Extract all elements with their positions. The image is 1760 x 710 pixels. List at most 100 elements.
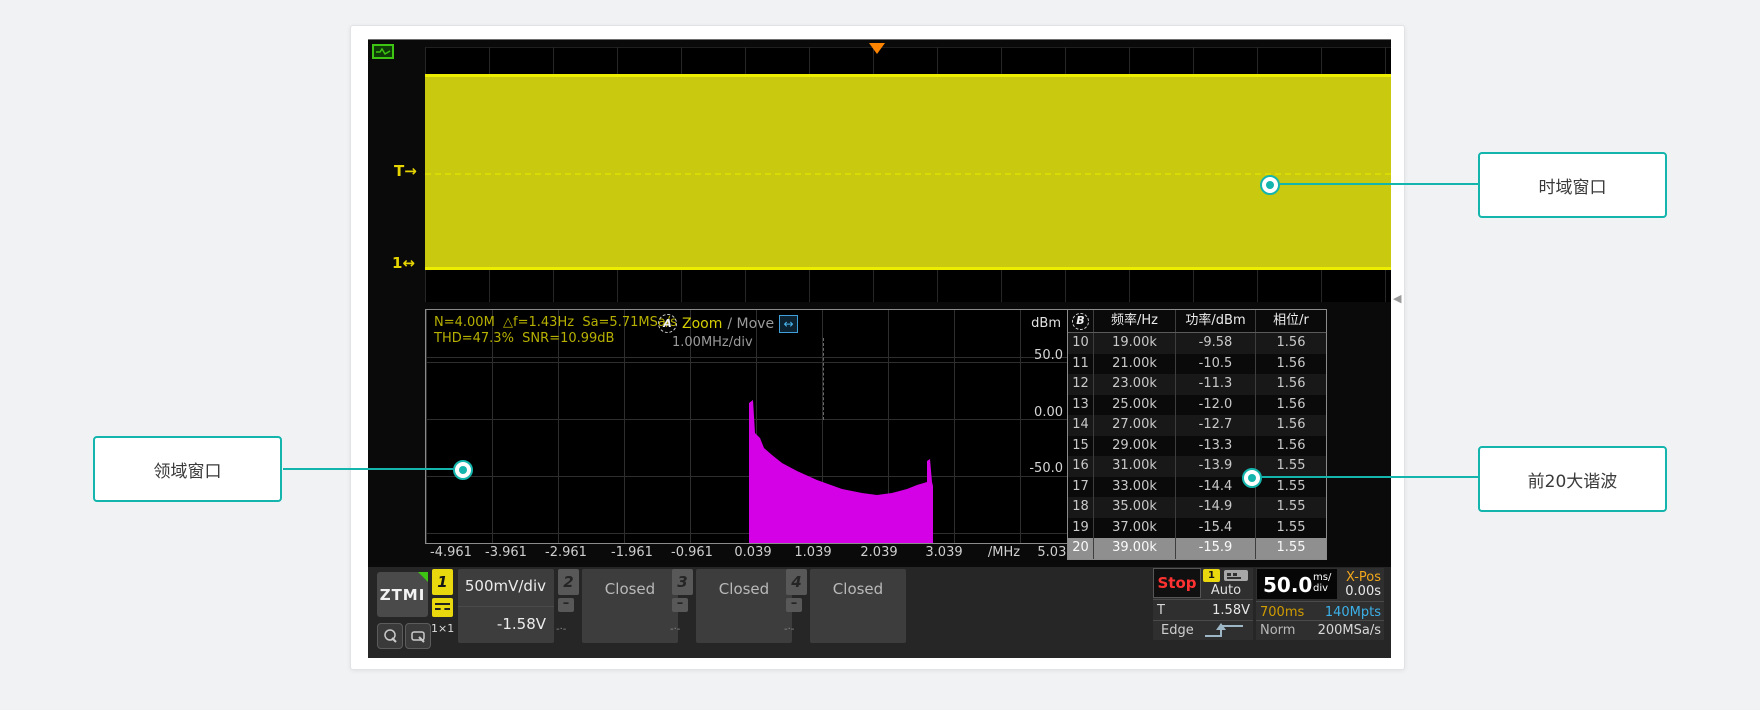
xpos-label: X-Pos	[1346, 570, 1381, 585]
callout-line-left	[283, 468, 453, 470]
frequency-domain-window: N=4.00M △f=1.43Hz Sa=5.71MSa/s THD=47.3%…	[425, 309, 1069, 544]
touch-icon	[382, 628, 398, 644]
fft-xtick: 2.039	[860, 545, 897, 560]
trigger-position-marker[interactable]	[869, 43, 885, 54]
callout-harmonics-label: 前20大谐波	[1528, 467, 1618, 492]
screenshot-card: T→ 1↔ N=4.00M △f=1.43Hz Sa=5.71MSa/s THD…	[350, 25, 1405, 670]
channel2-info-box[interactable]: Closed	[582, 569, 678, 643]
drag-gesture-button[interactable]	[405, 623, 431, 649]
run-state-label: Stop	[1157, 574, 1196, 592]
fft-xunit: /MHz	[988, 545, 1020, 560]
corner-flag-icon	[418, 572, 428, 582]
trigger-t-label: T	[1157, 603, 1165, 618]
callout-time-label: 时域窗口	[1539, 173, 1607, 198]
channel3-info-box[interactable]: Closed	[696, 569, 792, 643]
oscilloscope-screen: T→ 1↔ N=4.00M △f=1.43Hz Sa=5.71MSa/s THD…	[368, 39, 1391, 658]
harmonic-row: 1427.00k-12.71.56	[1068, 415, 1326, 436]
callout-marker-time	[1260, 175, 1280, 195]
channel1-coupling-icon[interactable]	[432, 598, 453, 617]
callout-line-top-right	[1280, 183, 1478, 185]
callout-marker-frequency	[453, 460, 473, 480]
sample-rate-value: 200MSa/s	[1318, 623, 1381, 638]
channel4-info-box[interactable]: Closed	[810, 569, 906, 643]
page: T→ 1↔ N=4.00M △f=1.43Hz Sa=5.71MSa/s THD…	[0, 0, 1760, 710]
bottom-toolbar: ZTMI 1 1×1 500mV/div	[368, 567, 1391, 658]
rising-edge-icon	[1203, 622, 1245, 643]
source-b-icon: B	[1072, 313, 1089, 330]
channel3-probe-ratio: -·-	[670, 624, 680, 635]
harmonics-table[interactable]: B 频率/Hz 功率/dBm 相位/r 1019.00k-9.581.56 11…	[1067, 309, 1327, 560]
channel1-scale: 500mV/div	[465, 577, 546, 595]
acquire-mode-label[interactable]: Norm	[1260, 623, 1295, 638]
record-time-value: 700ms	[1260, 605, 1304, 620]
timebase-box[interactable]: 50.0 ms/ div	[1257, 569, 1337, 599]
channel3-status: Closed	[696, 580, 792, 598]
xpos-value[interactable]: 0.00s	[1345, 584, 1381, 599]
fft-spectrum-trace	[426, 310, 1068, 543]
run-state-button[interactable]: Stop	[1153, 568, 1201, 598]
channel1-offset-marker[interactable]: 1↔	[392, 254, 415, 272]
record-points-value: 140Mpts	[1325, 605, 1381, 620]
channel3-badge[interactable]: 3	[672, 569, 693, 595]
callout-line-bottom-right	[1262, 476, 1478, 478]
channel1-offset: -1.58V	[497, 615, 546, 633]
fft-xtick: -4.961	[430, 545, 472, 560]
callout-frequency-label: 领域窗口	[154, 457, 222, 482]
waveform-noise-line	[425, 173, 1391, 175]
fft-xtick: -1.961	[611, 545, 653, 560]
harmonic-row: 1529.00k-13.31.56	[1068, 436, 1326, 457]
col-frequency: 频率/Hz	[1094, 310, 1176, 332]
callout-time-window: 时域窗口	[1478, 152, 1667, 218]
channel1-badge[interactable]: 1	[432, 569, 453, 595]
fft-xtick: 3.039	[925, 545, 962, 560]
trigger-cluster: Stop 1 Auto T 1.58V Edge	[1153, 568, 1253, 640]
collapse-panel-arrow[interactable]: ◀	[1393, 292, 1401, 305]
vendor-logo-icon	[372, 44, 394, 63]
channel2-badge[interactable]: 2	[558, 569, 579, 595]
drag-icon	[410, 628, 426, 644]
fft-xtick: -0.961	[671, 545, 713, 560]
callout-marker-harmonics	[1242, 468, 1262, 488]
harmonic-row: 1733.00k-14.41.55	[1068, 477, 1326, 498]
trigger-level-value[interactable]: 1.58V	[1212, 603, 1250, 618]
harmonic-row: 1631.00k-13.91.55	[1068, 456, 1326, 477]
fft-xtick: -3.961	[485, 545, 527, 560]
harmonic-row: 1835.00k-14.91.55	[1068, 497, 1326, 518]
touch-gesture-button[interactable]	[377, 623, 403, 649]
harmonics-header-row: B 频率/Hz 功率/dBm 相位/r	[1068, 310, 1326, 333]
channel4-badge[interactable]: 4	[786, 569, 807, 595]
timebase-unit-top: ms/	[1313, 572, 1331, 583]
ztmi-logo-label: ZTMI	[380, 586, 426, 604]
harmonic-row: 1223.00k-11.31.56	[1068, 374, 1326, 395]
trigger-source-badge[interactable]: 1	[1203, 569, 1220, 582]
col-power: 功率/dBm	[1176, 310, 1256, 332]
channel2-coupling-icon[interactable]: –	[558, 598, 574, 612]
channel2-probe-ratio: -·-	[556, 624, 566, 635]
harmonic-row-selected: 2039.00k-15.91.55	[1068, 538, 1326, 559]
callout-frequency-window: 领域窗口	[93, 436, 282, 502]
trigger-mode-label[interactable]: Auto	[1203, 583, 1249, 598]
harmonic-row: 1937.00k-15.41.55	[1068, 518, 1326, 539]
channel1-probe-ratio: 1×1	[431, 622, 454, 635]
callout-harmonics: 前20大谐波	[1478, 446, 1667, 512]
trigger-level-marker[interactable]: T→	[394, 162, 417, 180]
trigger-type-label[interactable]: Edge	[1161, 623, 1194, 638]
time-domain-window	[425, 47, 1391, 302]
channel4-status: Closed	[810, 580, 906, 598]
channel4-coupling-icon[interactable]: –	[786, 598, 802, 612]
channel2-status: Closed	[582, 580, 678, 598]
timebase-value: 50.0	[1263, 573, 1312, 597]
timebase-unit-bottom: div	[1313, 583, 1328, 594]
channel1-waveform-trace	[425, 74, 1391, 270]
harmonic-row: 1325.00k-12.01.56	[1068, 395, 1326, 416]
channel1-info-box[interactable]: 500mV/div -1.58V	[458, 569, 554, 643]
fft-xtick: 0.039	[734, 545, 771, 560]
col-phase: 相位/r	[1256, 310, 1326, 332]
channel4-probe-ratio: -·-	[784, 624, 794, 635]
fft-xtick: -2.961	[545, 545, 587, 560]
fft-xtick: 1.039	[794, 545, 831, 560]
horizontal-cluster: 50.0 ms/ div X-Pos 0.00s 700ms 140Mpts N…	[1256, 568, 1384, 640]
harmonic-row: 1019.00k-9.581.56	[1068, 333, 1326, 354]
ztmi-menu-button[interactable]: ZTMI	[377, 572, 428, 617]
channel3-coupling-icon[interactable]: –	[672, 598, 688, 612]
